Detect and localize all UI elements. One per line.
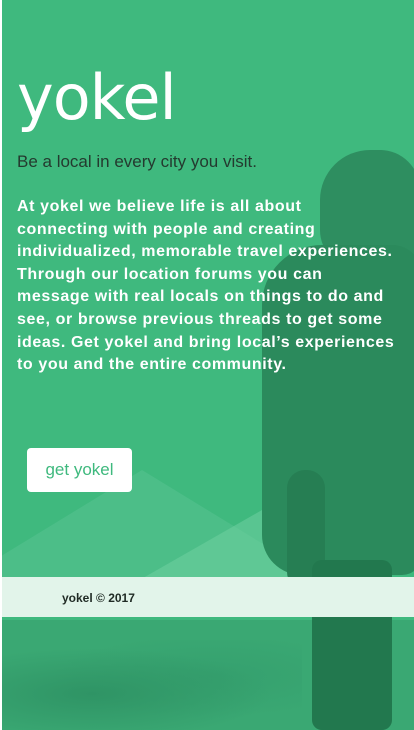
footer-bar: yokel © 2017: [2, 577, 414, 617]
footer-copyright: yokel © 2017: [62, 591, 135, 605]
hero-description: At yokel we believe life is all about co…: [17, 198, 395, 374]
landing-page: yokel Be a local in every city you visit…: [0, 0, 414, 730]
get-yokel-button[interactable]: get yokel: [27, 448, 132, 492]
brand-tagline: Be a local in every city you visit.: [17, 152, 257, 171]
brand-logo: yokel: [17, 61, 177, 134]
hero-content: yokel Be a local in every city you visit…: [0, 0, 414, 730]
